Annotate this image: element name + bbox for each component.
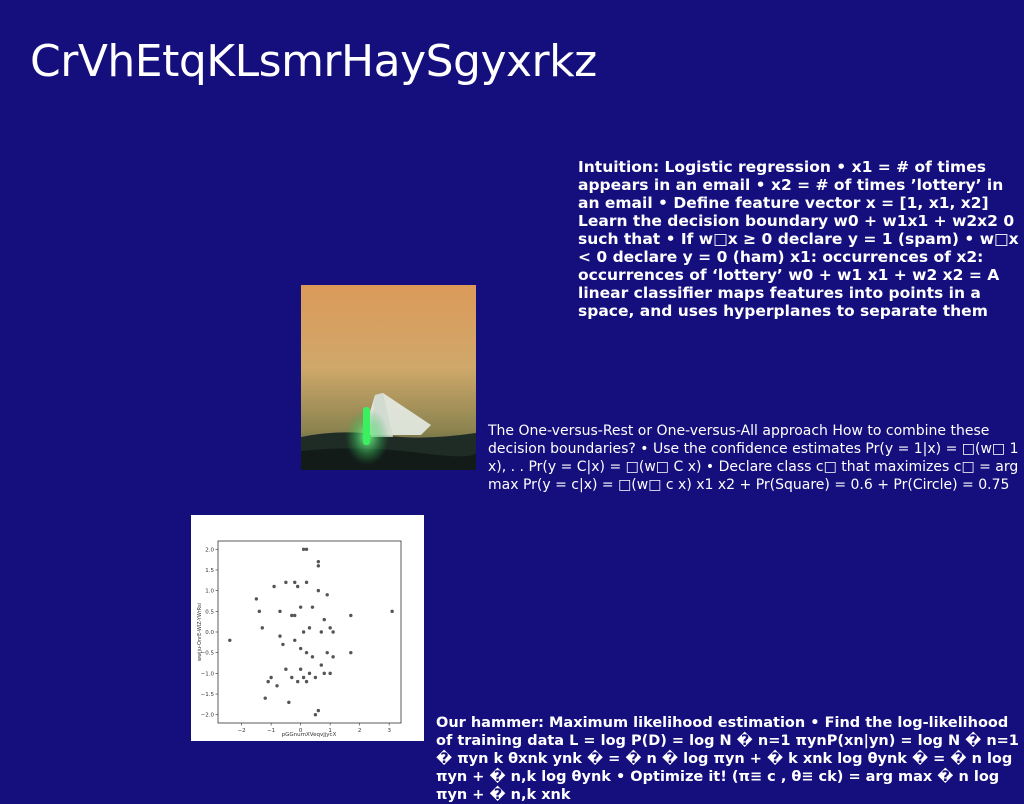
scatter-point xyxy=(316,708,321,713)
scatter-point xyxy=(307,671,312,676)
y-tick-label: 0.5 xyxy=(205,609,214,615)
scatter-point xyxy=(319,663,324,667)
scatter-point xyxy=(290,613,294,618)
scatter-point xyxy=(278,634,282,638)
scatter-point xyxy=(325,650,329,655)
x-tick-label: −1 xyxy=(267,728,275,734)
scatter-point xyxy=(331,630,335,634)
scatter-point xyxy=(295,584,300,589)
photo-figure xyxy=(363,407,370,445)
scatter-point xyxy=(301,630,306,634)
one-vs-rest-text: The One-versus-Rest or One-versus-All ap… xyxy=(488,423,1019,493)
y-axis-label: wwjju-OnrE-WIZ-YWrRsi xyxy=(197,603,203,661)
scatter-point xyxy=(390,609,394,614)
scatter-point xyxy=(301,675,306,680)
scatter-point xyxy=(313,675,318,680)
scatter-point xyxy=(349,650,353,655)
scatter-point xyxy=(269,675,273,680)
scatter-point xyxy=(293,580,297,585)
scatter-point xyxy=(304,580,309,585)
scatter-point xyxy=(257,609,262,614)
scatter-point xyxy=(290,675,294,680)
scatter-point xyxy=(263,696,267,700)
scatter-point xyxy=(295,679,300,684)
x-axis-label: pGGnumXVeqvjjycX xyxy=(282,732,337,738)
scatter-point xyxy=(307,626,312,630)
scatter-point xyxy=(293,638,297,642)
y-tick-label: 0.0 xyxy=(205,630,214,636)
maximum-likelihood-text: Our hammer: Maximum likelihood estimatio… xyxy=(436,715,1019,803)
scatter-point xyxy=(316,559,321,564)
scatter-point xyxy=(284,580,288,585)
x-tick-label: 2 xyxy=(358,728,362,734)
slide-title: CrVhEtqKLsmrHaySgyxrkz xyxy=(30,36,597,87)
scatter-plot-card: −2 −1 0 1 2 3 −2.0 −1.5 −1.0 −0.5 0.0 0.5 1.0 1.5 2.0… xyxy=(191,515,424,741)
scatter-point xyxy=(281,642,285,647)
scatter-point xyxy=(278,609,282,614)
scatter-point xyxy=(298,646,303,651)
scatter-point xyxy=(319,630,324,634)
logistic-regression-text: Intuition: Logistic regression • x1 = # … xyxy=(578,158,1019,320)
scatter-point xyxy=(304,650,309,655)
y-tick-label: −1.0 xyxy=(201,671,215,677)
scatter-point xyxy=(266,679,270,684)
scatter-point xyxy=(328,671,332,676)
tent-photo-illustration xyxy=(301,285,476,470)
scatter-point xyxy=(228,638,232,642)
x-tick-label: 3 xyxy=(387,728,391,734)
scatter-point xyxy=(325,593,329,597)
scatter-point xyxy=(316,564,321,568)
scatter-point xyxy=(298,605,303,609)
scatter-point xyxy=(284,667,288,671)
y-tick-label: −2.0 xyxy=(201,713,215,719)
scatter-point xyxy=(310,655,315,659)
scatter-point xyxy=(328,626,332,630)
y-tick-label: 2.0 xyxy=(205,547,214,553)
y-axis-ticks: −2.0−1.5−1.0−0.50.00.51.01.52.0 xyxy=(201,547,218,719)
scatter-points xyxy=(228,547,394,717)
scatter-point xyxy=(304,679,309,684)
scatter-point xyxy=(349,613,353,618)
scatter-point xyxy=(272,584,276,589)
scatter-point xyxy=(304,547,309,551)
x-tick-label: −2 xyxy=(238,728,246,734)
scatter-point xyxy=(301,547,306,551)
scatter-point xyxy=(322,617,326,622)
scatter-point xyxy=(310,605,315,609)
scatter-point xyxy=(316,588,321,593)
scatter-point xyxy=(254,597,259,601)
scatter-point xyxy=(313,713,318,717)
y-tick-label: 1.0 xyxy=(205,589,214,595)
scatter-point xyxy=(293,613,297,618)
plot-frame xyxy=(217,540,402,724)
y-tick-label: −1.5 xyxy=(201,692,215,698)
y-tick-label: 1.5 xyxy=(205,568,214,574)
scatter-plot: −2 −1 0 1 2 3 −2.0−1.5−1.0−0.50.00.51.01.52.0… xyxy=(197,540,402,738)
scatter-point xyxy=(260,626,264,630)
scatter-point xyxy=(322,671,326,676)
scatter-point xyxy=(298,667,303,671)
scatter-point xyxy=(331,655,335,659)
scatter-point xyxy=(287,700,291,705)
tent-photo xyxy=(301,285,476,470)
scatter-point xyxy=(275,684,279,688)
